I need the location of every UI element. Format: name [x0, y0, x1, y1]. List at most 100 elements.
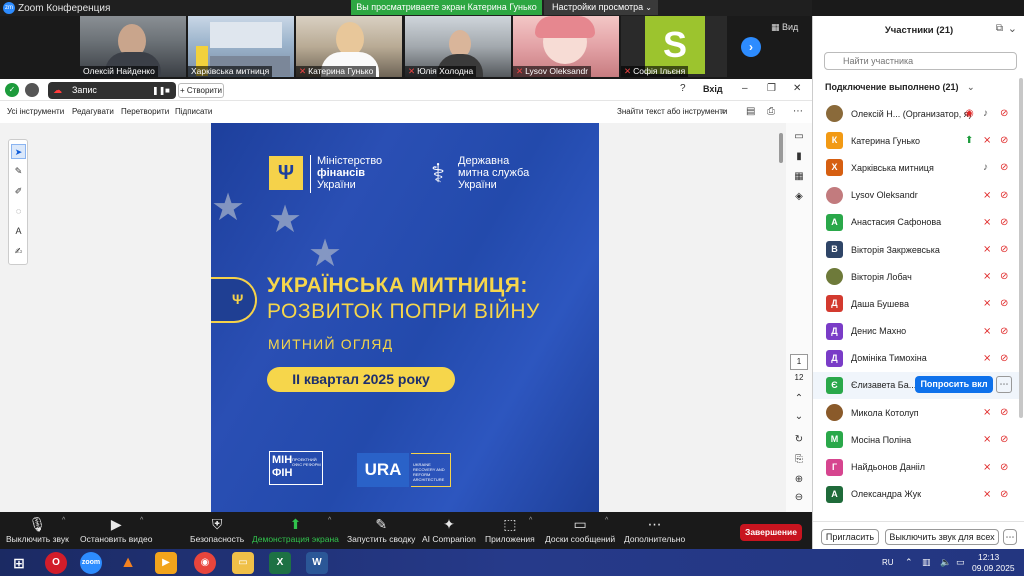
battery-icon[interactable]: ▭	[956, 557, 965, 568]
chevron-up-icon[interactable]: ^	[529, 517, 532, 524]
more-options-button[interactable]: ⋯	[996, 375, 1012, 393]
video-tile[interactable]: Харківська митниця	[188, 16, 294, 77]
volume-icon[interactable]: 🔈	[940, 557, 951, 568]
participant-row[interactable]: Lysov Oleksandr ⨯ ⊘	[813, 182, 1019, 209]
participant-row[interactable]: Вікторія Лобач ⨯ ⊘	[813, 263, 1019, 290]
mic-off-icon[interactable]: ⨯	[983, 353, 991, 364]
camera-off-icon[interactable]: ⊘	[1000, 244, 1008, 255]
camera-off-icon[interactable]: ⊘	[1000, 489, 1008, 500]
camera-off-icon[interactable]: ⊘	[1000, 190, 1008, 201]
camera-off-icon[interactable]: ⊘	[1000, 108, 1008, 119]
sign-in-button[interactable]: Вхід	[703, 84, 723, 94]
comment-icon[interactable]: ▭	[792, 131, 806, 142]
minimize-icon[interactable]: –	[742, 83, 748, 94]
chevron-up-icon[interactable]: ^	[605, 517, 608, 524]
select-tool-icon[interactable]: ➤	[11, 144, 26, 159]
document-scrollbar[interactable]	[779, 133, 783, 163]
participant-row[interactable]: А Анастасия Сафонова ⨯ ⊘	[813, 209, 1019, 236]
camera-off-icon[interactable]: ⊘	[1000, 217, 1008, 228]
share-status-icon[interactable]	[25, 83, 39, 97]
mic-off-icon[interactable]: ⨯	[983, 407, 991, 418]
chevron-down-icon[interactable]: ⌄	[792, 411, 806, 422]
print-icon[interactable]: ⎙	[767, 106, 775, 117]
camera-off-icon[interactable]: ⊘	[1000, 434, 1008, 445]
view-options-dropdown[interactable]: Настройки просмотра ⌄	[544, 0, 658, 15]
mic-on-icon[interactable]: ♪	[983, 162, 988, 173]
zoom-out-icon[interactable]: ⊖	[792, 492, 806, 503]
more-options-button[interactable]: ⋯	[1003, 529, 1017, 545]
word-icon[interactable]: W	[306, 552, 328, 574]
camera-off-icon[interactable]: ⊘	[1000, 135, 1008, 146]
search-participant-input[interactable]	[824, 52, 1017, 70]
share-screen-button[interactable]: ⬆ Демонстрация экрана ^	[252, 516, 339, 544]
chevron-up-icon[interactable]: ^	[140, 517, 143, 524]
mic-on-icon[interactable]: ♪	[983, 108, 988, 119]
popout-icon[interactable]: ⧉	[996, 23, 1003, 34]
comment-tool-icon[interactable]: ✎	[11, 164, 26, 179]
mic-off-icon[interactable]: ⨯	[983, 217, 991, 228]
participant-row[interactable]: Олексій Н... (Организатор, я) ◉ ♪ ⊘	[813, 100, 1019, 127]
participant-row[interactable]: Д Домініка Тимохіна ⨯ ⊘	[813, 345, 1019, 372]
participant-row[interactable]: Г Найдьонов Данііл ⨯ ⊘	[813, 453, 1019, 480]
camera-off-icon[interactable]: ⊘	[1000, 353, 1008, 364]
lasso-tool-icon[interactable]: ◌	[11, 204, 26, 219]
more-button[interactable]: ⋯ Дополнительно	[624, 516, 685, 544]
menu-convert[interactable]: Перетворити	[121, 107, 169, 116]
search-icon[interactable]: ⌕	[721, 106, 727, 117]
participant-row[interactable]: М Мосіна Поліна ⨯ ⊘	[813, 426, 1019, 453]
camera-off-icon[interactable]: ⊘	[1000, 271, 1008, 282]
chevron-up-icon[interactable]: ^	[62, 517, 65, 524]
mic-off-icon[interactable]: ⨯	[983, 135, 991, 146]
chat-button[interactable]: ▭ Доски сообщений ^	[545, 516, 615, 544]
mic-off-icon[interactable]: ⨯	[983, 326, 991, 337]
mute-button[interactable]: 🎙 Выключить звук ^	[6, 516, 69, 544]
opera-icon[interactable]: O	[45, 552, 67, 574]
network-icon[interactable]: ▥	[922, 557, 931, 568]
clock-time[interactable]: 12:13	[978, 552, 999, 562]
participants-scrollbar[interactable]	[1019, 78, 1023, 418]
camera-off-icon[interactable]: ⊘	[1000, 326, 1008, 337]
ai-companion-button[interactable]: ✦ AI Companion	[422, 516, 476, 544]
help-icon[interactable]: ?	[680, 83, 686, 94]
file-explorer-icon[interactable]: ▭	[232, 552, 254, 574]
camera-off-icon[interactable]: ⊘	[1000, 162, 1008, 173]
video-tile[interactable]: S ✕ Софія Ільєня	[621, 16, 727, 77]
connected-section-header[interactable]: Подключение выполнено (21) ⌄	[825, 82, 975, 93]
video-tile[interactable]: Олексій Найденко	[80, 16, 186, 77]
invite-button[interactable]: Пригласить	[821, 529, 879, 545]
camera-off-icon[interactable]: ⊘	[1000, 407, 1008, 418]
vlc-icon[interactable]: ▲	[117, 552, 139, 574]
stop-video-button[interactable]: ▶ Остановить видео ^	[80, 516, 152, 544]
menu-all-tools[interactable]: Усі інструменти	[7, 107, 64, 116]
mute-all-button[interactable]: Выключить звук для всех	[885, 529, 999, 545]
menu-edit[interactable]: Редагувати	[72, 107, 114, 116]
create-button[interactable]: + Створити	[178, 83, 224, 98]
keyboard-language[interactable]: RU	[882, 558, 894, 567]
restore-icon[interactable]: ❐	[767, 83, 776, 94]
stop-icon[interactable]: ■	[165, 82, 170, 99]
end-meeting-button[interactable]: Завершение	[740, 524, 802, 541]
participant-row[interactable]: В Вікторія Закржевська ⨯ ⊘	[813, 236, 1019, 263]
zoom-icon[interactable]: zoom	[80, 552, 102, 574]
mic-off-icon[interactable]: ⨯	[983, 190, 991, 201]
start-summary-button[interactable]: ✎ Запустить сводку	[347, 516, 415, 544]
mic-off-icon[interactable]: ⨯	[983, 434, 991, 445]
mic-off-icon[interactable]: ⨯	[983, 298, 991, 309]
mic-off-icon[interactable]: ⨯	[983, 244, 991, 255]
pen-tool-icon[interactable]: ✐	[11, 184, 26, 199]
participant-row[interactable]: Х Харківська митниця ♪ ⊘	[813, 154, 1019, 181]
chevron-up-icon[interactable]: ⌃	[792, 393, 806, 404]
copy-icon[interactable]: ⎘	[792, 454, 806, 465]
view-button[interactable]: ▦ Вид	[771, 22, 798, 33]
zoom-in-icon[interactable]: ⊕	[792, 474, 806, 485]
participant-row[interactable]: Є Єлизавета Ба... Попросить вкл ⋯	[813, 371, 1019, 400]
participant-row[interactable]: Д Денис Махно ⨯ ⊘	[813, 318, 1019, 345]
mic-off-icon[interactable]: ⨯	[983, 271, 991, 282]
pause-icon[interactable]: ❚❚	[152, 82, 165, 99]
clock-date[interactable]: 09.09.2025	[972, 563, 1015, 573]
video-tile[interactable]: ✕ Lysov Oleksandr	[513, 16, 619, 77]
layers-icon[interactable]: ◈	[792, 191, 806, 202]
video-tile[interactable]: ✕ Катерина Гунько	[296, 16, 402, 77]
fill-sign-icon[interactable]: ✍	[11, 244, 26, 259]
shield-icon[interactable]: ✓	[5, 83, 19, 97]
